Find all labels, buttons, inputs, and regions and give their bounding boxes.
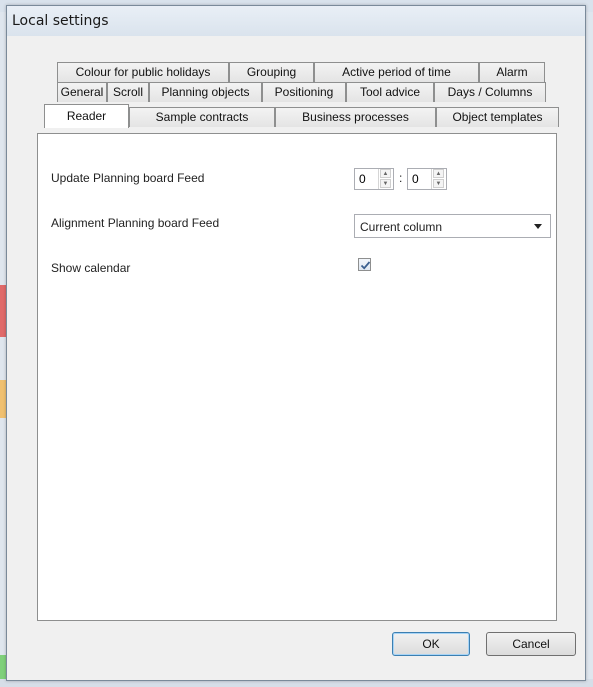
spin-up-icon[interactable]: ▲ bbox=[433, 169, 444, 178]
spin-up-icon[interactable]: ▲ bbox=[380, 169, 391, 178]
update-hours-spinner[interactable]: 0 ▲ ▼ bbox=[354, 168, 394, 190]
dialog-title: Local settings bbox=[12, 13, 109, 29]
tab-colour-public-holidays[interactable]: Colour for public holidays bbox=[57, 62, 229, 82]
title-bar[interactable]: Local settings bbox=[7, 6, 585, 36]
reader-tab-panel: Update Planning board Feed 0 ▲ ▼ : 0 ▲ ▼… bbox=[37, 133, 557, 621]
update-minutes-value: 0 bbox=[412, 172, 419, 186]
tab-grouping[interactable]: Grouping bbox=[229, 62, 314, 82]
tab-row-1: Colour for public holidays Grouping Acti… bbox=[57, 62, 557, 82]
tab-reader[interactable]: Reader bbox=[44, 104, 129, 128]
ok-button[interactable]: OK bbox=[392, 632, 470, 656]
spin-down-icon[interactable]: ▼ bbox=[380, 179, 391, 188]
update-hours-value: 0 bbox=[359, 172, 366, 186]
checkmark-icon bbox=[360, 261, 371, 270]
tab-sample-contracts[interactable]: Sample contracts bbox=[129, 107, 275, 127]
tab-planning-objects[interactable]: Planning objects bbox=[149, 82, 262, 102]
tab-object-templates[interactable]: Object templates bbox=[436, 107, 559, 127]
minutes-spin-buttons: ▲ ▼ bbox=[431, 169, 446, 189]
alignment-feed-value: Current column bbox=[360, 220, 443, 234]
tab-business-processes[interactable]: Business processes bbox=[275, 107, 436, 127]
tab-days-columns[interactable]: Days / Columns bbox=[434, 82, 546, 102]
alignment-feed-dropdown[interactable]: Current column bbox=[354, 214, 551, 238]
tab-alarm[interactable]: Alarm bbox=[479, 62, 545, 82]
alignment-feed-label: Alignment Planning board Feed bbox=[51, 216, 220, 230]
tab-scroll[interactable]: Scroll bbox=[107, 82, 149, 102]
tab-active-period[interactable]: Active period of time bbox=[314, 62, 479, 82]
tab-general[interactable]: General bbox=[57, 82, 107, 102]
update-minutes-spinner[interactable]: 0 ▲ ▼ bbox=[407, 168, 447, 190]
time-separator: : bbox=[399, 171, 403, 185]
hours-spin-buttons: ▲ ▼ bbox=[378, 169, 393, 189]
local-settings-dialog: Local settings Colour for public holiday… bbox=[6, 5, 586, 681]
chevron-down-icon bbox=[534, 224, 542, 229]
tab-tool-advice[interactable]: Tool advice bbox=[346, 82, 434, 102]
tab-row-3: Reader Sample contracts Business process… bbox=[44, 104, 564, 128]
spin-down-icon[interactable]: ▼ bbox=[433, 179, 444, 188]
show-calendar-label: Show calendar bbox=[51, 261, 131, 275]
tab-row-2: General Scroll Planning objects Position… bbox=[57, 82, 577, 102]
show-calendar-checkbox[interactable] bbox=[358, 258, 371, 271]
update-feed-label: Update Planning board Feed bbox=[51, 171, 205, 185]
cancel-button[interactable]: Cancel bbox=[486, 632, 576, 656]
tab-positioning[interactable]: Positioning bbox=[262, 82, 346, 102]
